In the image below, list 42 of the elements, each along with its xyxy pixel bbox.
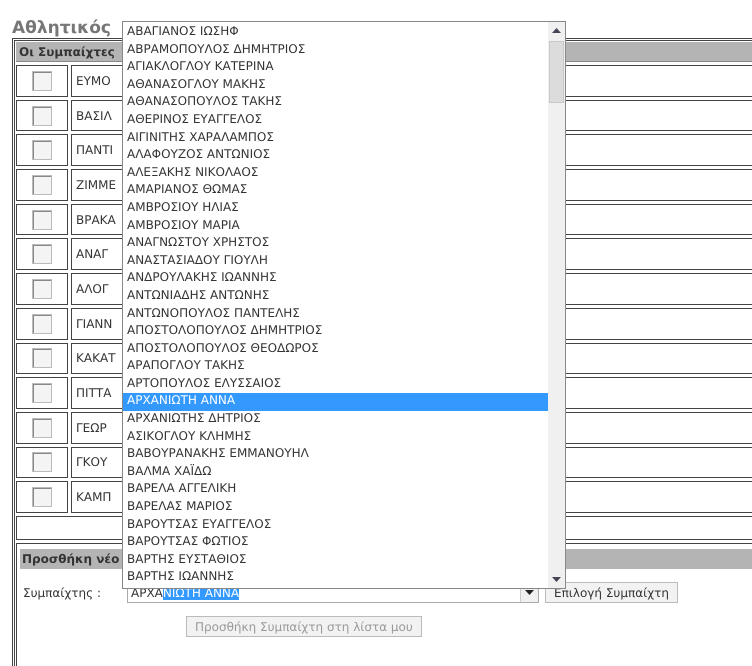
dropdown-option[interactable]: ΒΑΡΕΛΑ ΑΓΓΕΛΙΚΗ — [123, 481, 548, 500]
checkbox[interactable] — [32, 314, 52, 334]
page-title: Αθλητικός — [12, 20, 112, 36]
checkbox[interactable] — [32, 244, 52, 264]
checkbox[interactable] — [32, 174, 52, 195]
scroll-up-icon[interactable] — [552, 28, 561, 33]
dropdown-option[interactable]: ΑΜΑΡΙΑΝΟΣ ΘΩΜΑΣ — [123, 182, 548, 200]
dropdown-option[interactable]: ΑΠΟΣΤΟΛΟΠΟΥΛΟΣ ΘΕΟΔΩΡΟΣ — [123, 340, 548, 358]
dropdown-option[interactable]: ΑΝΤΩΝΙΑΔΗΣ ΑΝΤΩΝΗΣ — [123, 288, 548, 306]
dropdown-option[interactable]: ΒΑΡΤΗΣ ΕΥΣΤΑΘΙΟΣ — [123, 552, 548, 570]
dropdown-option[interactable]: ΑΛΑΦΟΥΖΟΣ ΑΝΤΩΝΙΟΣ — [123, 147, 548, 165]
dropdown-option[interactable]: ΑΝΔΡΟΥΛΑΚΗΣ ΙΩΑΝΝΗΣ — [123, 270, 548, 288]
checkbox[interactable] — [32, 418, 52, 438]
dropdown-option[interactable]: ΑΡΑΠΟΓΛΟΥ ΤΑΚΗΣ — [123, 358, 548, 376]
scrollbar[interactable] — [548, 22, 565, 588]
dropdown-option[interactable]: ΑΝΑΓΝΩΣΤΟΥ ΧΡΗΣΤΟΣ — [123, 235, 548, 253]
dropdown-option[interactable]: ΒΑΛΜΑ ΧΑΪΔΩ — [123, 464, 548, 482]
dropdown-option[interactable]: ΑΘΕΡΙΝΟΣ ΕΥΑΓΓΕΛΟΣ — [123, 112, 548, 130]
dropdown-option[interactable]: ΑΜΒΡΟΣΙΟΥ ΜΑΡΙΑ — [123, 218, 548, 236]
dropdown-option[interactable]: ΑΡΧΑΝΙΩΤΗΣ ΔΗΤΡΙΟΣ — [123, 411, 548, 429]
checkbox[interactable] — [32, 452, 52, 472]
checkbox[interactable] — [32, 348, 52, 368]
dropdown-option[interactable]: ΑΒΑΓΙΑΝΟΣ ΙΩΣΗΦ — [123, 24, 548, 42]
dropdown-option[interactable]: ΑΒΡΑΜΟΠΟΥΛΟΣ ΔΗΜΗΤΡΙΟΣ — [123, 42, 548, 60]
checkbox[interactable] — [32, 106, 52, 126]
dropdown-option[interactable]: ΑΠΟΣΤΟΛΟΠΟΥΛΟΣ ΔΗΜΗΤΡΙΟΣ — [123, 323, 548, 341]
checkbox[interactable] — [32, 383, 52, 404]
select-teammate-button[interactable]: Επιλογή Συμπαίχτη — [545, 582, 678, 604]
field-label: Συμπαίχτης : — [22, 586, 102, 600]
checkbox[interactable] — [32, 140, 52, 160]
dropdown-option[interactable]: ΒΑΒΟΥΡΑΝΑΚΗΣ ΕΜΜΑΝΟΥΗΛ — [123, 446, 548, 464]
dropdown-option[interactable]: ΑΘΑΝΑΣΟΓΛΟΥ ΜΑΚΗΣ — [123, 76, 548, 94]
dropdown-option[interactable]: ΒΑΡΟΥΤΣΑΣ ΕΥΑΓΓΕΛΟΣ — [123, 516, 548, 534]
checkbox[interactable] — [32, 210, 52, 230]
scroll-thumb[interactable] — [549, 41, 564, 103]
dropdown-option[interactable]: ΑΝΑΣΤΑΣΙΑΔΟΥ ΓΙΟΥΛΗ — [123, 252, 548, 270]
dropdown-option[interactable]: ΑΝΤΩΝΟΠΟΥΛΟΣ ΠΑΝΤΕΛΗΣ — [123, 306, 548, 324]
checkbox[interactable] — [32, 278, 52, 299]
checkbox[interactable] — [32, 70, 52, 91]
dropdown-option[interactable]: ΑΣΙΚΟΓΛΟΥ ΚΛΗΜΗΣ — [123, 428, 548, 446]
checkbox[interactable] — [32, 487, 52, 508]
dropdown-option[interactable]: ΑΡΤΟΠΟΥΛΟΣ ΕΛΥΣΣΑΙΟΣ — [123, 376, 548, 394]
